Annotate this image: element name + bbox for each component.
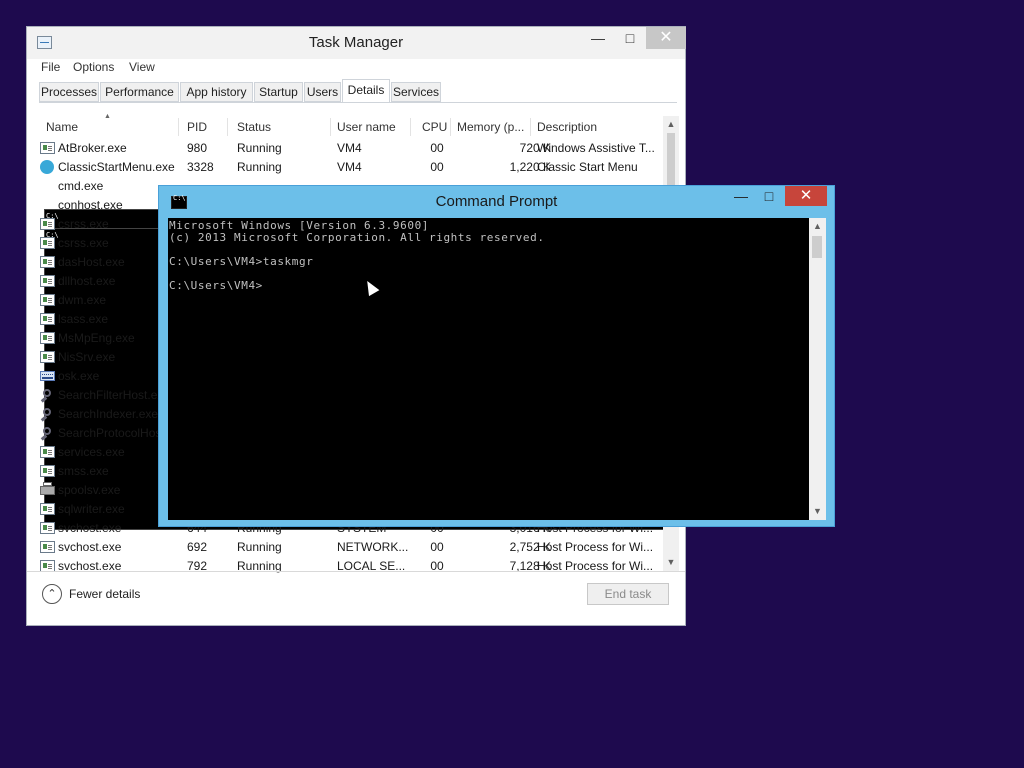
tab-app-history[interactable]: App history xyxy=(180,82,253,102)
console-line: C:\Users\VM4>taskmgr xyxy=(169,255,314,268)
column-user-name[interactable]: User name xyxy=(337,116,396,138)
console-prompt-line: C:\Users\VM4> xyxy=(169,279,263,292)
search-icon xyxy=(40,389,55,401)
process-status: Running xyxy=(237,141,282,155)
column-memory[interactable]: Memory (p... xyxy=(457,116,524,138)
table-row[interactable]: ClassicStartMenu.exe 3328 Running VM4 00 1,22… xyxy=(35,158,663,177)
process-cpu: 00 xyxy=(430,540,444,554)
command-prompt-titlebar[interactable]: Command Prompt — □ ✕ xyxy=(159,186,834,218)
search-icon xyxy=(40,408,55,420)
process-pid: 692 xyxy=(187,540,208,554)
minimize-button[interactable]: — xyxy=(583,27,613,49)
process-description: Windows Assistive T... xyxy=(537,141,655,155)
process-user: VM4 xyxy=(337,141,362,155)
printer-icon xyxy=(40,482,55,495)
close-button[interactable]: ✕ xyxy=(646,27,686,49)
sort-ascending-icon: ▲ xyxy=(104,113,111,120)
column-pid[interactable]: PID xyxy=(187,116,207,138)
process-description: Host Process for Wi... xyxy=(537,540,654,554)
tab-processes[interactable]: Processes xyxy=(39,82,99,102)
task-manager-titlebar[interactable]: Task Manager — □ ✕ xyxy=(27,27,686,59)
minimize-button[interactable]: — xyxy=(727,186,755,206)
app-window-icon xyxy=(40,541,55,553)
close-button[interactable]: ✕ xyxy=(785,186,827,206)
tab-startup[interactable]: Startup xyxy=(254,82,303,102)
column-cpu[interactable]: CPU xyxy=(422,116,447,138)
app-window-icon xyxy=(40,294,55,306)
scrollbar-thumb[interactable] xyxy=(812,236,822,258)
process-name: svchost.exe xyxy=(58,540,122,554)
app-window-icon xyxy=(40,503,55,515)
process-pid: 980 xyxy=(187,141,208,155)
tab-divider xyxy=(39,102,677,103)
column-separator[interactable] xyxy=(450,118,451,136)
footer-divider xyxy=(27,571,685,572)
app-window-icon xyxy=(40,142,55,154)
tab-services[interactable]: Services xyxy=(391,82,441,102)
column-name[interactable]: Name xyxy=(46,116,78,138)
maximize-button[interactable]: □ xyxy=(755,186,783,206)
end-task-button[interactable]: End task xyxy=(587,583,669,605)
console-line: (c) 2013 Microsoft Corporation. All righ… xyxy=(169,231,545,244)
tab-strip: Processes Performance App history Startu… xyxy=(39,79,685,103)
column-separator[interactable] xyxy=(330,118,331,136)
app-window-icon xyxy=(40,465,55,477)
app-window-icon xyxy=(40,313,55,325)
scroll-down-icon[interactable]: ▼ xyxy=(809,503,826,520)
column-separator[interactable] xyxy=(178,118,179,136)
process-description: Classic Start Menu xyxy=(537,160,638,174)
app-window-icon xyxy=(40,351,55,363)
table-row[interactable]: AtBroker.exe 980 Running VM4 00 720 K Windows … xyxy=(35,139,663,158)
app-window-icon xyxy=(40,522,55,534)
tab-details[interactable]: Details xyxy=(342,79,390,103)
process-cpu: 00 xyxy=(430,160,444,174)
app-window-icon xyxy=(40,332,55,344)
chevron-up-icon[interactable]: ⌃ xyxy=(42,584,62,604)
menu-options[interactable]: Options xyxy=(73,60,114,74)
process-user: NETWORK... xyxy=(337,540,409,554)
column-description[interactable]: Description xyxy=(537,116,597,138)
app-window-icon xyxy=(40,256,55,268)
vertical-scrollbar[interactable] xyxy=(809,218,826,520)
command-prompt-window: Command Prompt — □ ✕ Microsoft Windows [… xyxy=(158,185,835,527)
app-window-icon xyxy=(40,237,55,249)
column-separator[interactable] xyxy=(530,118,531,136)
process-name: ClassicStartMenu.exe xyxy=(58,160,175,174)
app-window-icon xyxy=(40,275,55,287)
column-status[interactable]: Status xyxy=(237,116,271,138)
menu-file[interactable]: File xyxy=(41,60,60,74)
keyboard-icon xyxy=(40,371,55,381)
tab-users[interactable]: Users xyxy=(304,82,341,102)
app-window-icon xyxy=(40,218,55,230)
table-row[interactable]: svchost.exe 692 Running NETWORK... 00 2,752 K… xyxy=(35,538,663,557)
column-separator[interactable] xyxy=(410,118,411,136)
fewer-details-link[interactable]: Fewer details xyxy=(69,587,140,601)
process-pid: 3328 xyxy=(187,160,214,174)
menu-bar: File Options View xyxy=(27,59,685,79)
maximize-button[interactable]: □ xyxy=(615,27,645,49)
process-cpu: 00 xyxy=(430,141,444,155)
process-name: AtBroker.exe xyxy=(58,141,127,155)
menu-view[interactable]: View xyxy=(129,60,155,74)
scroll-up-icon[interactable]: ▲ xyxy=(663,116,679,132)
process-status: Running xyxy=(237,160,282,174)
globe-icon xyxy=(40,160,54,174)
tab-performance[interactable]: Performance xyxy=(100,82,179,102)
process-status: Running xyxy=(237,540,282,554)
scrollbar-thumb[interactable] xyxy=(667,133,675,189)
search-icon xyxy=(40,427,55,439)
app-window-icon xyxy=(40,446,55,458)
scroll-up-icon[interactable]: ▲ xyxy=(809,218,826,235)
scroll-down-icon[interactable]: ▼ xyxy=(663,554,679,570)
process-user: VM4 xyxy=(337,160,362,174)
column-separator[interactable] xyxy=(227,118,228,136)
console-output[interactable]: Microsoft Windows [Version 6.3.9600] (c)… xyxy=(168,218,809,520)
